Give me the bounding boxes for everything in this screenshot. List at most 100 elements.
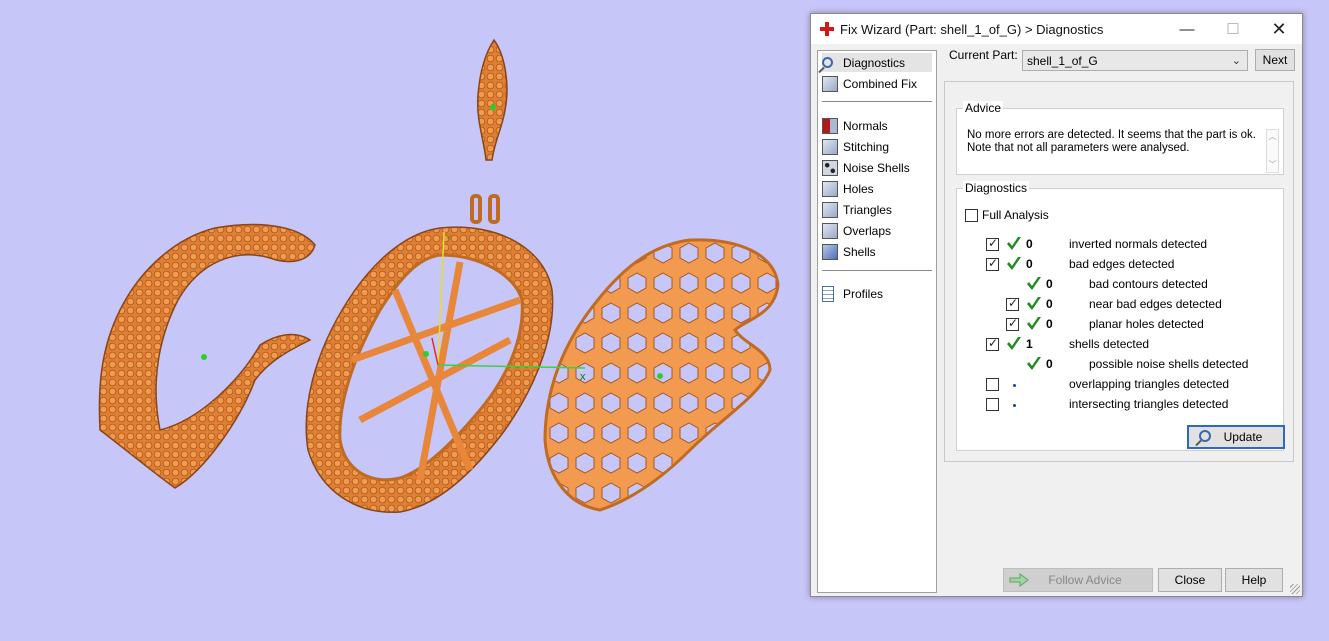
document-icon: [822, 285, 834, 302]
axis-y-label: y: [446, 231, 452, 243]
cube-icon: [822, 75, 838, 92]
diagnostic-label: overlapping triangles detected: [1069, 377, 1230, 391]
current-part-value: shell_1_of_G: [1027, 53, 1098, 68]
nav-label: Normals: [843, 118, 888, 133]
minimize-button[interactable]: —: [1164, 14, 1210, 44]
nav-divider: [822, 101, 932, 102]
diagnostic-label: inverted normals detected: [1069, 237, 1208, 251]
help-button[interactable]: Help: [1225, 568, 1283, 592]
diagnostic-label: shells detected: [1069, 337, 1150, 351]
nav-item-overlaps[interactable]: Overlaps: [822, 221, 932, 240]
diagnostic-checkbox[interactable]: [986, 256, 999, 271]
not-analysed-dot-icon: [1013, 384, 1016, 387]
current-part-select[interactable]: shell_1_of_G ⌄: [1022, 50, 1248, 71]
advice-group: Advice No more errors are detected. It s…: [956, 101, 1284, 175]
diagnostic-count: 0: [1046, 297, 1053, 311]
diagnostic-checkbox[interactable]: [1006, 316, 1019, 331]
chevron-down-icon: ⌄: [1231, 55, 1241, 67]
cube-icon: [822, 222, 838, 239]
not-analysed-dot-icon: [1013, 404, 1016, 407]
nav-label: Noise Shells: [843, 160, 910, 175]
green-check-icon: [1025, 315, 1043, 333]
green-check-icon: [1005, 335, 1023, 353]
update-button[interactable]: Update: [1187, 425, 1285, 449]
nav-item-triangles[interactable]: Triangles: [822, 200, 932, 219]
nav-label: Shells: [843, 244, 876, 259]
cube-icon: [822, 138, 838, 155]
dialog-title: Fix Wizard (Part: shell_1_of_G) > Diagno…: [840, 21, 1104, 37]
diagnostic-checkbox[interactable]: [1006, 296, 1019, 311]
follow-advice-button[interactable]: Follow Advice: [1003, 568, 1153, 592]
nav-label: Profiles: [843, 286, 884, 301]
advice-scrollbar[interactable]: ︿ ﹀: [1266, 129, 1279, 173]
green-check-icon: [1025, 275, 1043, 293]
diagnostic-count: 0: [1026, 257, 1033, 271]
green-check-icon: [1025, 355, 1043, 373]
cube-blue-icon: [822, 243, 838, 260]
follow-advice-label: Follow Advice: [1048, 573, 1122, 587]
full-analysis-label: Full Analysis: [982, 208, 1049, 222]
axis-x-label: x: [580, 371, 586, 383]
nav-item-profiles[interactable]: Profiles: [822, 284, 932, 303]
arrow-right-icon: [1009, 573, 1029, 587]
diagnostic-checkbox[interactable]: [986, 336, 999, 351]
model-render: x y: [98, 38, 780, 513]
magnifier-icon: [1199, 430, 1211, 442]
update-label: Update: [1223, 430, 1263, 444]
current-part-label: Current Part:: [949, 48, 1018, 62]
diagnostics-group: Diagnostics Full Analysis 0 inverted norm…: [956, 181, 1285, 451]
nav-label: Diagnostics: [843, 55, 906, 70]
nav-pane: Diagnostics Combined Fix Normals Stitchi…: [817, 50, 937, 593]
diagnostic-count: 0: [1046, 317, 1053, 331]
diagnostic-label: bad edges detected: [1069, 257, 1175, 271]
diagnostic-label: bad contours detected: [1089, 277, 1208, 291]
red-cross-app-icon: [820, 22, 834, 36]
diagnostic-label: possible noise shells detected: [1089, 357, 1249, 371]
green-check-icon: [1005, 255, 1023, 273]
diagnostic-count: 0: [1046, 357, 1053, 371]
diagnostic-count: 1: [1026, 337, 1033, 351]
nav-label: Stitching: [843, 139, 890, 154]
nav-label: Overlaps: [843, 223, 892, 238]
nav-item-shells[interactable]: Shells: [822, 242, 932, 261]
resize-grip[interactable]: [1290, 584, 1300, 594]
magnifier-icon: [822, 57, 833, 68]
diagnostic-label: intersecting triangles detected: [1069, 397, 1229, 411]
green-check-icon: [1025, 295, 1043, 313]
fix-wizard-dialog: Fix Wizard (Part: shell_1_of_G) > Diagno…: [810, 13, 1303, 597]
advice-legend: Advice: [963, 101, 1004, 115]
cube-dots-icon: [822, 159, 838, 176]
diagnostics-panel: Advice No more errors are detected. It s…: [944, 81, 1294, 462]
nav-divider: [822, 270, 932, 271]
diagnostic-label: planar holes detected: [1089, 317, 1204, 331]
diagnostic-checkbox[interactable]: [986, 398, 999, 411]
maximize-button[interactable]: ☐: [1210, 14, 1256, 44]
letter-g-shape: [98, 223, 316, 489]
nav-label: Triangles: [843, 202, 892, 217]
nav-label: Holes: [843, 181, 874, 196]
nav-item-holes[interactable]: Holes: [822, 179, 932, 198]
nav-item-combined-fix[interactable]: Combined Fix: [822, 74, 932, 93]
3d-viewport[interactable]: x y: [0, 0, 810, 641]
close-button[interactable]: Close: [1158, 568, 1222, 592]
nav-item-stitching[interactable]: Stitching: [822, 137, 932, 156]
green-check-icon: [1005, 235, 1023, 253]
nav-label: Combined Fix: [843, 76, 918, 91]
advice-text: No more errors are detected. It seems th…: [967, 129, 1263, 155]
nav-item-diagnostics[interactable]: Diagnostics: [822, 53, 932, 72]
charm-shape: [476, 38, 508, 161]
cube-red-face-icon: [822, 117, 838, 134]
diagnostic-checkbox[interactable]: [986, 378, 999, 391]
cube-icon: [822, 180, 838, 197]
diagnostic-checkbox[interactable]: [986, 236, 999, 251]
advice-line: Note that not all parameters were analys…: [967, 142, 1190, 154]
full-analysis-checkbox[interactable]: [965, 209, 978, 222]
diagnostic-label: near bad edges detected: [1089, 297, 1222, 311]
diagnostic-count: 0: [1026, 237, 1033, 251]
close-window-button[interactable]: ✕: [1256, 14, 1302, 44]
diagnostic-count: 0: [1046, 277, 1053, 291]
title-bar: Fix Wizard (Part: shell_1_of_G) > Diagno…: [811, 14, 1302, 44]
next-button[interactable]: Next: [1255, 49, 1295, 71]
nav-item-noise-shells[interactable]: Noise Shells: [822, 158, 932, 177]
nav-item-normals[interactable]: Normals: [822, 116, 932, 135]
